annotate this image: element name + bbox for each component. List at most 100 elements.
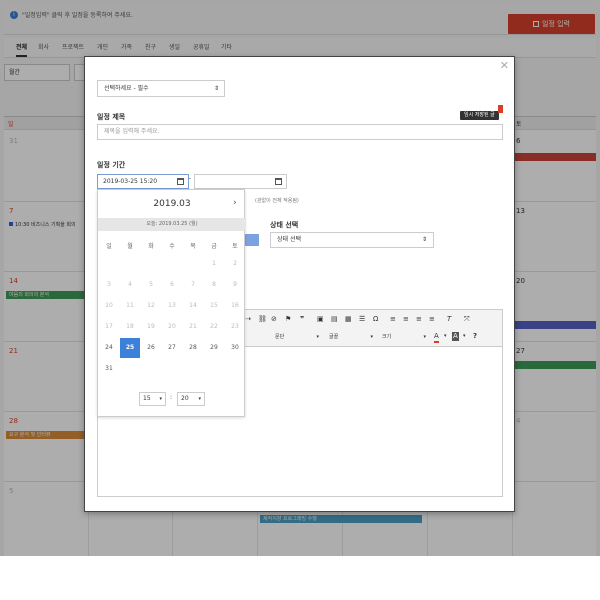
text-color-icon[interactable]: A: [434, 332, 439, 343]
date-range-separator: -: [189, 175, 192, 182]
datepicker-day: 14: [189, 302, 197, 309]
color-select-button[interactable]: [243, 234, 259, 246]
datepicker-day: 8: [212, 281, 216, 288]
datepicker-day[interactable]: 28: [183, 338, 203, 358]
caret-down-icon[interactable]: ▾: [444, 333, 447, 339]
datepicker-day: 22: [210, 323, 218, 330]
datepicker-day: 17: [105, 323, 113, 330]
category-select[interactable]: 선택하세요 - 필수 ⇕: [97, 80, 225, 97]
datepicker-day: 1: [212, 260, 216, 267]
datepicker-day[interactable]: 24: [99, 338, 119, 358]
unlink-icon[interactable]: ⊘: [271, 315, 277, 323]
align-right-icon[interactable]: ≡: [416, 315, 422, 323]
paragraph-dropdown-label: 문단: [275, 334, 285, 340]
special-char-icon[interactable]: Ω: [373, 315, 378, 323]
bookmark-flag-icon: [498, 105, 503, 113]
datepicker-weekday: 수: [169, 243, 175, 250]
font-dropdown-label: 글꼴: [329, 334, 339, 340]
state-select[interactable]: 상태 선택 ⇕: [270, 232, 434, 248]
schedule-modal: ✕ 선택하세요 - 필수 ⇕ 일정 제목 임시 저장된 글 제목을 입력해 주세…: [84, 56, 515, 512]
datepicker-day: 4: [128, 281, 132, 288]
temp-save-badge[interactable]: 임시 저장된 글: [460, 111, 499, 120]
datepicker-day: 16: [231, 302, 239, 309]
title-input[interactable]: 제목을 입력해 주세요.: [97, 124, 503, 140]
datepicker-day: 5: [149, 281, 153, 288]
hour-select[interactable]: 15 ▾: [139, 392, 166, 406]
caret-down-icon: ▾: [159, 396, 162, 402]
table-icon[interactable]: ▦: [345, 315, 352, 323]
datepicker-day: 7: [191, 281, 195, 288]
datepicker-weekday: 토: [232, 243, 238, 250]
title-label: 일정 제목: [97, 113, 126, 121]
period-label: 일정 기간: [97, 161, 126, 169]
sort-arrows-icon: ⇕: [213, 85, 219, 92]
fullscreen-icon[interactable]: ⤧: [464, 315, 470, 324]
caret-down-icon: ▾: [198, 396, 201, 402]
state-select-value: 상태 선택: [277, 236, 301, 243]
calendar-icon[interactable]: [177, 178, 184, 185]
hour-select-value: 15: [143, 395, 151, 402]
datepicker-month-title: 2019.03: [153, 199, 191, 209]
page-footer-area: [0, 556, 600, 600]
close-icon[interactable]: ✕: [500, 59, 509, 72]
arrow-icon[interactable]: ⇢: [245, 315, 251, 323]
help-icon[interactable]: ?: [473, 332, 477, 340]
datepicker-day[interactable]: 29: [204, 338, 224, 358]
flag-icon[interactable]: ⚑: [285, 315, 291, 323]
size-dropdown[interactable]: 크기 ▾: [382, 331, 426, 343]
image-icon[interactable]: ▣: [317, 315, 324, 323]
align-center-icon[interactable]: ≡: [403, 315, 409, 323]
horizontal-line-icon[interactable]: ☰: [359, 315, 365, 323]
size-dropdown-label: 크기: [382, 334, 392, 340]
caret-down-icon[interactable]: ▾: [463, 333, 466, 339]
link-icon[interactable]: ⛓: [258, 315, 267, 323]
datepicker-popup: 2019.03 › 오늘: 2019.03.25 (월) 일월화수목금토 123…: [97, 189, 246, 417]
caret-down-icon: ▾: [316, 334, 319, 340]
end-date-input[interactable]: [194, 174, 287, 189]
calendar-icon[interactable]: [275, 178, 282, 185]
start-date-input[interactable]: 2019-03-25 15:20: [97, 174, 189, 189]
datepicker-day: 19: [147, 323, 155, 330]
datepicker-day[interactable]: 31: [99, 359, 119, 379]
apply-note: (관없이 전체 적용됨): [255, 198, 299, 204]
time-separator: :: [170, 394, 173, 401]
minute-select-value: 20: [181, 395, 189, 402]
datepicker-day: 10: [105, 302, 113, 309]
datepicker-day: 21: [189, 323, 197, 330]
datepicker-weekday: 일: [106, 243, 112, 250]
datepicker-weekday: 월: [127, 243, 133, 250]
start-date-value: 2019-03-25 15:20: [103, 178, 158, 185]
minute-select[interactable]: 20 ▾: [177, 392, 205, 406]
sort-arrows-icon: ⇕: [421, 236, 427, 243]
datepicker-day: 11: [126, 302, 134, 309]
datepicker-today[interactable]: 오늘: 2019.03.25 (월): [98, 218, 246, 231]
align-left-icon[interactable]: ≡: [390, 315, 396, 323]
datepicker-day: 3: [107, 281, 111, 288]
media-icon[interactable]: ▤: [331, 315, 338, 323]
datepicker-day-selected[interactable]: 25: [120, 338, 140, 358]
clear-format-icon[interactable]: T: [447, 315, 451, 323]
title-input-placeholder: 제목을 입력해 주세요.: [104, 128, 160, 135]
datepicker-day: 6: [170, 281, 174, 288]
datepicker-day[interactable]: 30: [225, 338, 245, 358]
datepicker-day: 20: [168, 323, 176, 330]
font-dropdown[interactable]: 글꼴 ▾: [329, 331, 373, 343]
align-justify-icon[interactable]: ≡: [429, 315, 435, 323]
datepicker-day[interactable]: 26: [141, 338, 161, 358]
datepicker-weekday: 금: [211, 243, 217, 250]
chevron-right-icon[interactable]: ›: [233, 198, 237, 208]
quote-icon[interactable]: ❞: [300, 315, 304, 323]
paragraph-dropdown[interactable]: 문단 ▾: [275, 331, 319, 343]
datepicker-day: 23: [231, 323, 239, 330]
datepicker-day: 2: [233, 260, 237, 267]
datepicker-weekday: 화: [148, 243, 154, 250]
category-select-value: 선택하세요 - 필수: [104, 85, 149, 92]
datepicker-day: 18: [126, 323, 134, 330]
datepicker-day: 13: [168, 302, 176, 309]
caret-down-icon: ▾: [370, 334, 373, 340]
datepicker-day[interactable]: 27: [162, 338, 182, 358]
datepicker-day: 12: [147, 302, 155, 309]
bg-color-icon[interactable]: A: [452, 332, 459, 341]
datepicker-day: 9: [233, 281, 237, 288]
datepicker-weekday: 목: [190, 243, 196, 250]
